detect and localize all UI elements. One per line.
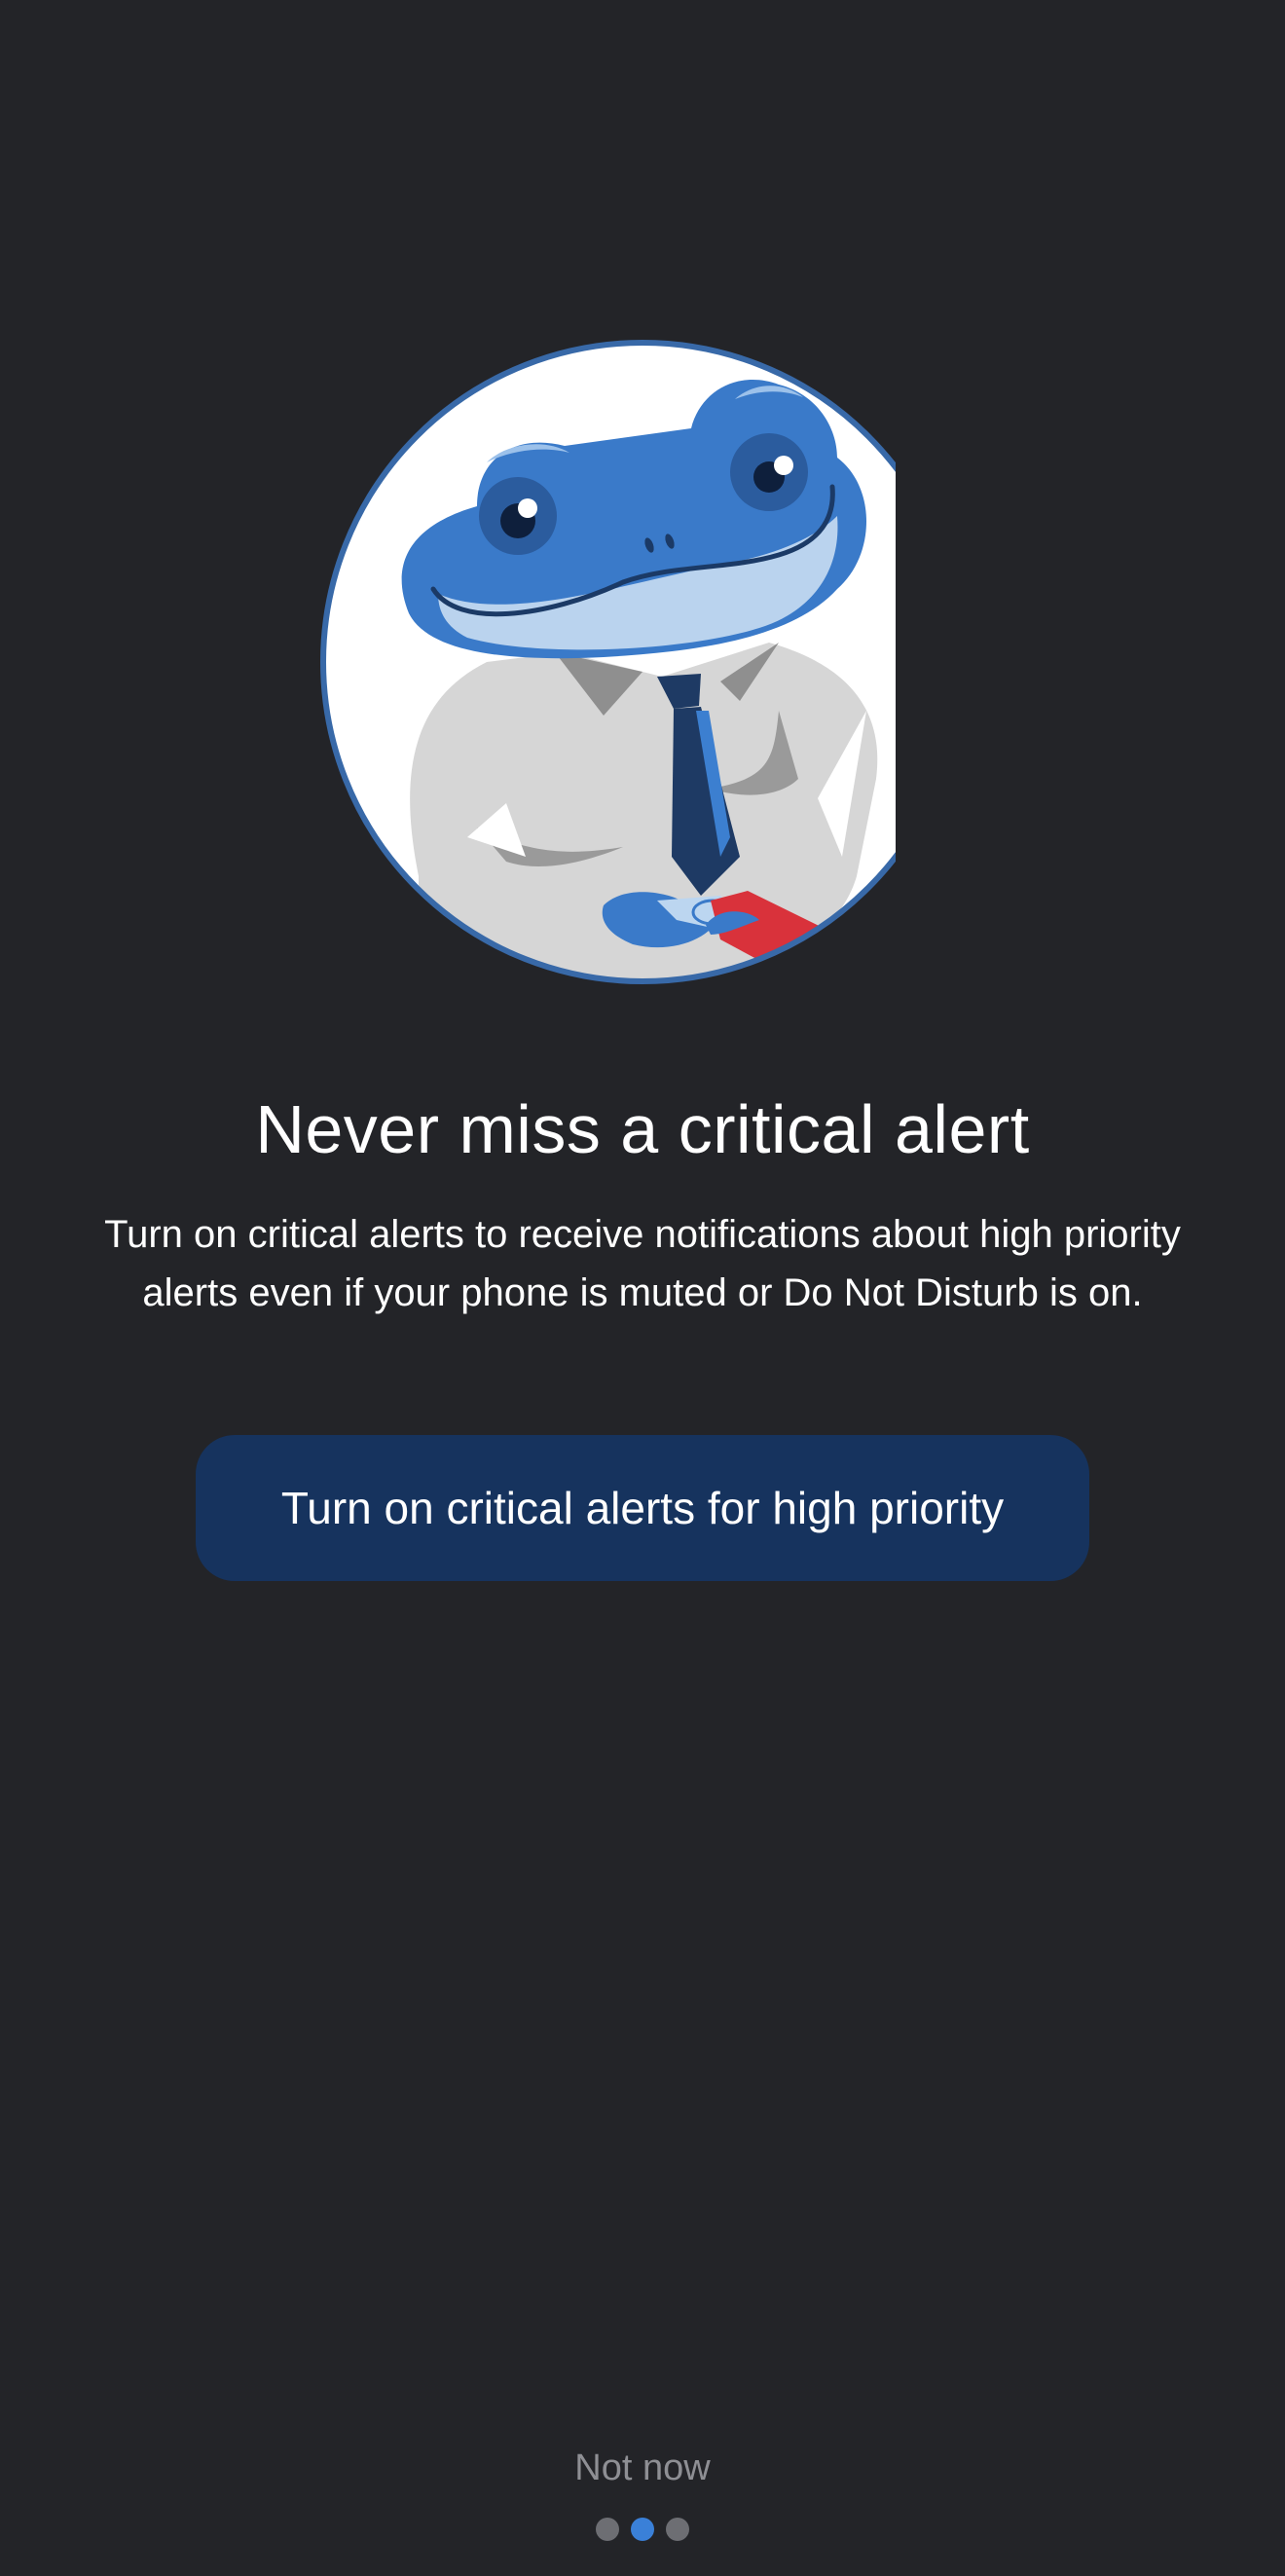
not-now-button[interactable]: Not now <box>448 2439 837 2497</box>
page-title: Never miss a critical alert <box>255 1091 1030 1167</box>
page-dot-1 <box>596 2518 619 2541</box>
page-dot-3 <box>666 2518 689 2541</box>
critical-alerts-onboarding-screen: Never miss a critical alert Turn on crit… <box>0 0 1285 2576</box>
frog-mascot-illustration <box>320 340 896 984</box>
page-description: Turn on critical alerts to receive notif… <box>104 1213 1181 1314</box>
page-dot-2-active <box>631 2518 654 2541</box>
page-indicator <box>0 2518 1285 2541</box>
enable-critical-alerts-button[interactable]: Turn on critical alerts for high priorit… <box>196 1435 1089 1581</box>
